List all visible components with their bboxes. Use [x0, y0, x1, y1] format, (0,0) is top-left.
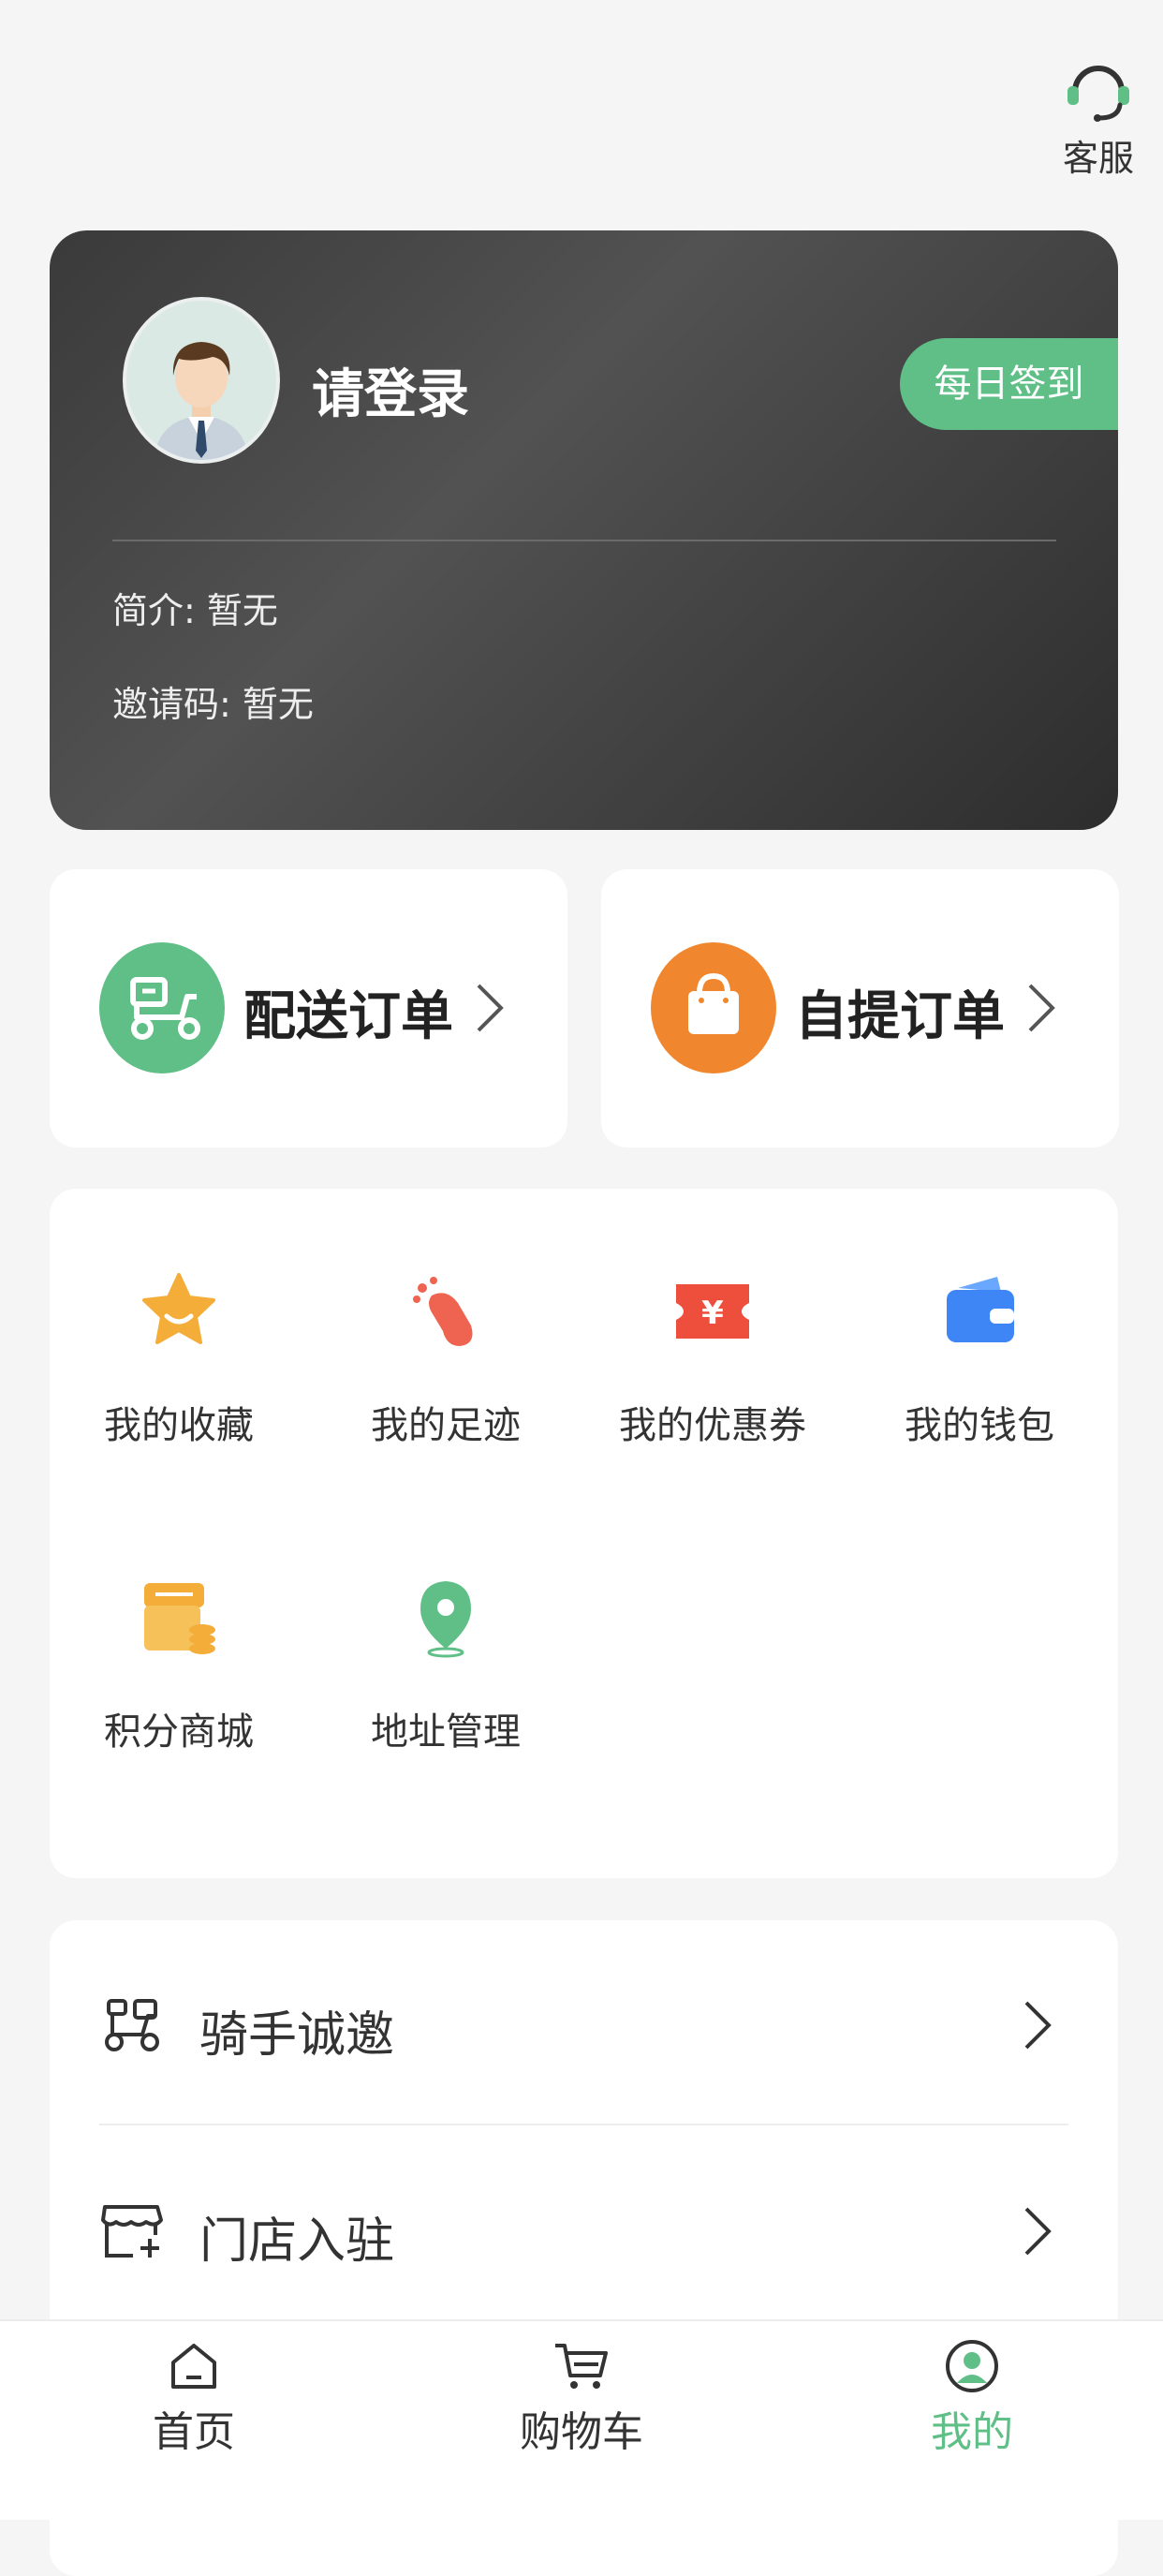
login-prompt[interactable]: 请登录 — [312, 352, 469, 428]
grid-item-label: 地址管理 — [371, 1710, 521, 1754]
list-item-rider-recruit[interactable]: 骑手诚邀 — [50, 1920, 1118, 2126]
headset-icon — [1067, 66, 1129, 122]
profile-divider — [112, 540, 1056, 541]
delivery-orders-card[interactable]: 配送订单 — [50, 869, 567, 1147]
grid-item-wallet[interactable]: 我的钱包 — [872, 1271, 1087, 1449]
scooter-icon — [105, 1999, 159, 2051]
customer-service-button[interactable]: 客服 — [1049, 56, 1148, 183]
tab-cart[interactable]: 购物车 — [488, 2338, 675, 2458]
pickup-orders-card[interactable]: 自提订单 — [601, 869, 1119, 1147]
tab-label: 首页 — [153, 2408, 235, 2456]
grid-item-label: 我的优惠券 — [619, 1404, 806, 1447]
grid-item-points-mall[interactable]: 积分商城 — [71, 1577, 287, 1755]
grid-item-label: 积分商城 — [104, 1710, 254, 1754]
pickup-icon-circle — [651, 942, 776, 1073]
invite-label: 邀请码: — [112, 684, 231, 725]
svg-text:¥: ¥ — [701, 1295, 724, 1332]
intro-value: 暂无 — [206, 590, 278, 631]
list-divider — [99, 2124, 1068, 2125]
cart-icon — [555, 2344, 608, 2389]
star-icon — [142, 1273, 215, 1344]
daily-signin-button[interactable]: 每日签到 — [900, 338, 1118, 430]
chevron-right-icon — [477, 984, 504, 1032]
delivery-orders-label: 配送订单 — [243, 986, 453, 1047]
store-add-icon — [101, 2205, 163, 2258]
list-item-label: 门店入驻 — [199, 2213, 395, 2270]
tab-label: 购物车 — [520, 2408, 643, 2456]
grid-item-label: 我的足迹 — [371, 1404, 521, 1447]
chevron-right-icon — [1024, 2001, 1052, 2050]
home-icon — [171, 2344, 216, 2389]
default-avatar-icon — [126, 301, 276, 460]
bottom-tab-bar: 首页 购物车 我的 — [0, 2319, 1163, 2520]
chevron-right-icon — [1024, 2207, 1052, 2256]
list-item-store-join[interactable]: 门店入驻 — [50, 2126, 1118, 2332]
pickup-orders-label: 自提订单 — [795, 986, 1005, 1047]
delivery-scooter-icon — [130, 977, 200, 1040]
grid-item-footprints[interactable]: 我的足迹 — [338, 1271, 553, 1449]
coupon-icon: ¥ — [676, 1284, 749, 1339]
tab-label: 我的 — [931, 2408, 1013, 2456]
user-icon — [946, 2340, 998, 2392]
grid-item-coupons[interactable]: ¥ 我的优惠券 — [605, 1271, 820, 1449]
location-pin-icon — [420, 1581, 471, 1658]
grid-item-label: 我的钱包 — [905, 1404, 1054, 1447]
customer-service-label: 客服 — [1062, 138, 1134, 179]
avatar[interactable] — [123, 297, 280, 464]
footprint-icon — [413, 1277, 473, 1346]
tab-mine[interactable]: 我的 — [878, 2338, 1066, 2458]
invite-value: 暂无 — [242, 684, 314, 725]
profile-card: 请登录 每日签到 简介: 暂无 邀请码: 暂无 — [50, 230, 1118, 830]
function-grid: 我的收藏 我的足迹 ¥ 我的优惠券 我的钱包 积分商城 地址管理 — [50, 1189, 1118, 1878]
grid-item-label: 我的收藏 — [104, 1404, 254, 1447]
chevron-right-icon — [1028, 984, 1055, 1032]
intro-label: 简介: — [112, 590, 196, 631]
grid-item-favorites[interactable]: 我的收藏 — [71, 1271, 287, 1449]
list-item-label: 骑手诚邀 — [199, 2007, 395, 2064]
shopping-bag-icon — [688, 972, 739, 1034]
delivery-icon-circle — [99, 942, 225, 1073]
invite-row: 邀请码: 暂无 — [112, 675, 314, 727]
grid-item-address[interactable]: 地址管理 — [338, 1577, 553, 1755]
intro-row: 简介: 暂无 — [112, 582, 278, 633]
points-shop-icon — [144, 1583, 215, 1654]
wallet-icon — [947, 1277, 1014, 1342]
tab-home[interactable]: 首页 — [100, 2338, 287, 2458]
